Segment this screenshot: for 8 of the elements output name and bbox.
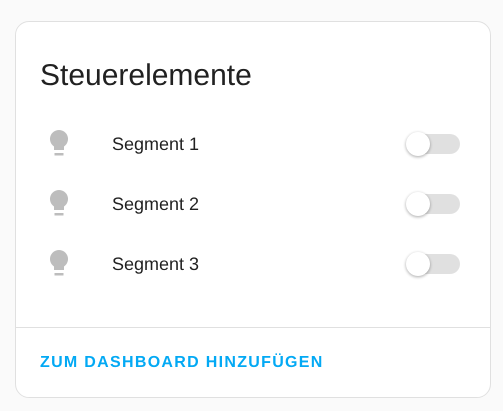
toggle-switch[interactable] [406,132,460,156]
toggle-switch[interactable] [406,192,460,216]
add-to-dashboard-button[interactable]: ZUM DASHBOARD HINZUFÜGEN [32,344,332,380]
segment-label: Segment 2 [112,192,200,216]
segment-label: Segment 1 [112,132,200,156]
segment-label: Segment 3 [112,252,200,276]
card-title: Steuerelemente [39,58,253,94]
toggle-switch[interactable] [406,252,460,276]
